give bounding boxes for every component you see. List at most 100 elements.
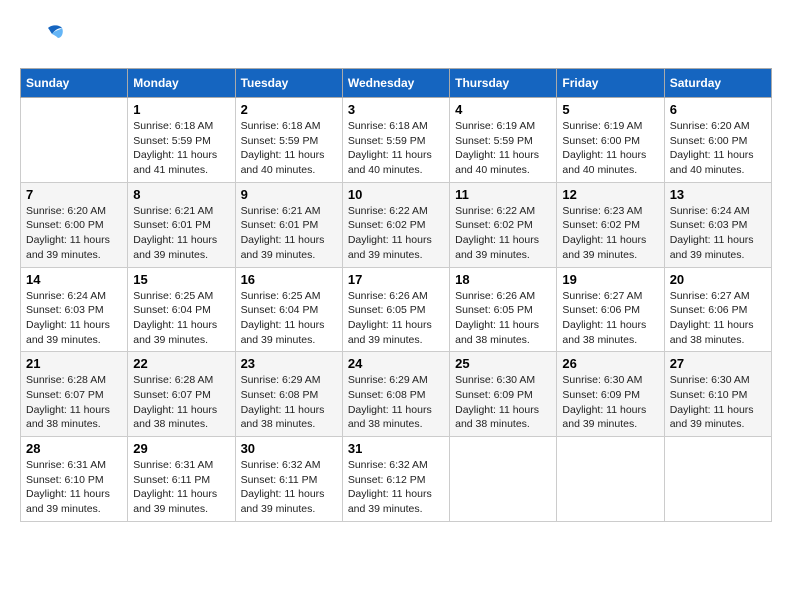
day-number: 9 <box>241 187 337 202</box>
cell-info: Sunrise: 6:31 AMSunset: 6:11 PMDaylight:… <box>133 459 217 515</box>
day-number: 18 <box>455 272 551 287</box>
calendar-cell: 17Sunrise: 6:26 AMSunset: 6:05 PMDayligh… <box>342 267 449 352</box>
logo-svg <box>20 20 65 58</box>
week-row-1: 7Sunrise: 6:20 AMSunset: 6:00 PMDaylight… <box>21 182 772 267</box>
calendar-cell: 2 Sunrise: 6:18 AMSunset: 5:59 PMDaylight… <box>235 98 342 183</box>
calendar-table: SundayMondayTuesdayWednesdayThursdayFrid… <box>20 68 772 522</box>
cell-info: Sunrise: 6:29 AMSunset: 6:08 PMDaylight:… <box>348 374 432 430</box>
cell-info: Sunrise: 6:30 AMSunset: 6:09 PMDaylight:… <box>562 374 646 430</box>
day-number: 11 <box>455 187 551 202</box>
calendar-cell <box>21 98 128 183</box>
calendar-cell: 20 Sunrise: 6:27 AMSunset: 6:06 PMDayligh… <box>664 267 771 352</box>
cell-info: Sunrise: 6:28 AMSunset: 6:07 PMDaylight:… <box>26 374 110 430</box>
day-number: 26 <box>562 356 658 371</box>
calendar-cell: 24 Sunrise: 6:29 AMSunset: 6:08 PMDayligh… <box>342 352 449 437</box>
calendar-cell: 10Sunrise: 6:22 AMSunset: 6:02 PMDayligh… <box>342 182 449 267</box>
cell-info: Sunrise: 6:22 AMSunset: 6:02 PMDaylight:… <box>455 205 539 261</box>
calendar-cell: 25Sunrise: 6:30 AMSunset: 6:09 PMDayligh… <box>450 352 557 437</box>
day-number: 24 <box>348 356 444 371</box>
day-number: 19 <box>562 272 658 287</box>
cell-info: Sunrise: 6:30 AMSunset: 6:10 PMDaylight:… <box>670 374 754 430</box>
calendar-cell: 6 Sunrise: 6:20 AMSunset: 6:00 PMDaylight… <box>664 98 771 183</box>
week-row-2: 14 Sunrise: 6:24 AMSunset: 6:03 PMDayligh… <box>21 267 772 352</box>
day-number: 8 <box>133 187 229 202</box>
day-number: 12 <box>562 187 658 202</box>
calendar-cell <box>664 437 771 522</box>
day-number: 6 <box>670 102 766 117</box>
cell-info: Sunrise: 6:27 AMSunset: 6:06 PMDaylight:… <box>670 290 754 346</box>
day-number: 28 <box>26 441 122 456</box>
cell-info: Sunrise: 6:29 AMSunset: 6:08 PMDaylight:… <box>241 374 325 430</box>
cell-info: Sunrise: 6:24 AMSunset: 6:03 PMDaylight:… <box>26 290 110 346</box>
calendar-cell: 26 Sunrise: 6:30 AMSunset: 6:09 PMDayligh… <box>557 352 664 437</box>
header-saturday: Saturday <box>664 69 771 98</box>
cell-info: Sunrise: 6:19 AMSunset: 5:59 PMDaylight:… <box>455 120 539 176</box>
cell-info: Sunrise: 6:32 AMSunset: 6:12 PMDaylight:… <box>348 459 432 515</box>
day-number: 2 <box>241 102 337 117</box>
cell-info: Sunrise: 6:27 AMSunset: 6:06 PMDaylight:… <box>562 290 646 346</box>
cell-info: Sunrise: 6:20 AMSunset: 6:00 PMDaylight:… <box>670 120 754 176</box>
day-number: 25 <box>455 356 551 371</box>
cell-info: Sunrise: 6:23 AMSunset: 6:02 PMDaylight:… <box>562 205 646 261</box>
day-number: 5 <box>562 102 658 117</box>
day-number: 14 <box>26 272 122 287</box>
calendar-cell: 3 Sunrise: 6:18 AMSunset: 5:59 PMDaylight… <box>342 98 449 183</box>
calendar-cell: 1 Sunrise: 6:18 AMSunset: 5:59 PMDaylight… <box>128 98 235 183</box>
header-tuesday: Tuesday <box>235 69 342 98</box>
calendar-cell: 7Sunrise: 6:20 AMSunset: 6:00 PMDaylight… <box>21 182 128 267</box>
calendar-cell: 30 Sunrise: 6:32 AMSunset: 6:11 PMDayligh… <box>235 437 342 522</box>
cell-info: Sunrise: 6:31 AMSunset: 6:10 PMDaylight:… <box>26 459 110 515</box>
cell-info: Sunrise: 6:18 AMSunset: 5:59 PMDaylight:… <box>241 120 325 176</box>
cell-info: Sunrise: 6:18 AMSunset: 5:59 PMDaylight:… <box>348 120 432 176</box>
cell-info: Sunrise: 6:21 AMSunset: 6:01 PMDaylight:… <box>241 205 325 261</box>
day-number: 21 <box>26 356 122 371</box>
calendar-cell: 15 Sunrise: 6:25 AMSunset: 6:04 PMDayligh… <box>128 267 235 352</box>
cell-info: Sunrise: 6:19 AMSunset: 6:00 PMDaylight:… <box>562 120 646 176</box>
cell-info: Sunrise: 6:20 AMSunset: 6:00 PMDaylight:… <box>26 205 110 261</box>
calendar-cell: 23Sunrise: 6:29 AMSunset: 6:08 PMDayligh… <box>235 352 342 437</box>
day-number: 31 <box>348 441 444 456</box>
cell-info: Sunrise: 6:28 AMSunset: 6:07 PMDaylight:… <box>133 374 217 430</box>
calendar-cell <box>557 437 664 522</box>
header-sunday: Sunday <box>21 69 128 98</box>
cell-info: Sunrise: 6:25 AMSunset: 6:04 PMDaylight:… <box>133 290 217 346</box>
logo <box>20 20 69 58</box>
calendar-cell: 12 Sunrise: 6:23 AMSunset: 6:02 PMDayligh… <box>557 182 664 267</box>
calendar-cell: 13 Sunrise: 6:24 AMSunset: 6:03 PMDayligh… <box>664 182 771 267</box>
day-number: 27 <box>670 356 766 371</box>
calendar-cell: 4 Sunrise: 6:19 AMSunset: 5:59 PMDaylight… <box>450 98 557 183</box>
calendar-cell: 29 Sunrise: 6:31 AMSunset: 6:11 PMDayligh… <box>128 437 235 522</box>
cell-info: Sunrise: 6:18 AMSunset: 5:59 PMDaylight:… <box>133 120 217 176</box>
calendar-cell: 9 Sunrise: 6:21 AMSunset: 6:01 PMDaylight… <box>235 182 342 267</box>
calendar-cell: 22Sunrise: 6:28 AMSunset: 6:07 PMDayligh… <box>128 352 235 437</box>
day-number: 10 <box>348 187 444 202</box>
day-number: 1 <box>133 102 229 117</box>
calendar-cell: 11 Sunrise: 6:22 AMSunset: 6:02 PMDayligh… <box>450 182 557 267</box>
week-row-3: 21 Sunrise: 6:28 AMSunset: 6:07 PMDayligh… <box>21 352 772 437</box>
day-number: 13 <box>670 187 766 202</box>
day-number: 3 <box>348 102 444 117</box>
calendar-header-row: SundayMondayTuesdayWednesdayThursdayFrid… <box>21 69 772 98</box>
header-wednesday: Wednesday <box>342 69 449 98</box>
header-friday: Friday <box>557 69 664 98</box>
week-row-0: 1 Sunrise: 6:18 AMSunset: 5:59 PMDaylight… <box>21 98 772 183</box>
day-number: 30 <box>241 441 337 456</box>
cell-info: Sunrise: 6:32 AMSunset: 6:11 PMDaylight:… <box>241 459 325 515</box>
header-thursday: Thursday <box>450 69 557 98</box>
calendar-cell: 18 Sunrise: 6:26 AMSunset: 6:05 PMDayligh… <box>450 267 557 352</box>
calendar-cell <box>450 437 557 522</box>
cell-info: Sunrise: 6:24 AMSunset: 6:03 PMDaylight:… <box>670 205 754 261</box>
calendar-cell: 8Sunrise: 6:21 AMSunset: 6:01 PMDaylight… <box>128 182 235 267</box>
day-number: 15 <box>133 272 229 287</box>
page-header <box>20 20 772 58</box>
calendar-cell: 16Sunrise: 6:25 AMSunset: 6:04 PMDayligh… <box>235 267 342 352</box>
day-number: 29 <box>133 441 229 456</box>
day-number: 4 <box>455 102 551 117</box>
cell-info: Sunrise: 6:26 AMSunset: 6:05 PMDaylight:… <box>348 290 432 346</box>
calendar-cell: 14 Sunrise: 6:24 AMSunset: 6:03 PMDayligh… <box>21 267 128 352</box>
week-row-4: 28 Sunrise: 6:31 AMSunset: 6:10 PMDayligh… <box>21 437 772 522</box>
calendar-cell: 27 Sunrise: 6:30 AMSunset: 6:10 PMDayligh… <box>664 352 771 437</box>
day-number: 20 <box>670 272 766 287</box>
calendar-cell: 5 Sunrise: 6:19 AMSunset: 6:00 PMDaylight… <box>557 98 664 183</box>
cell-info: Sunrise: 6:26 AMSunset: 6:05 PMDaylight:… <box>455 290 539 346</box>
